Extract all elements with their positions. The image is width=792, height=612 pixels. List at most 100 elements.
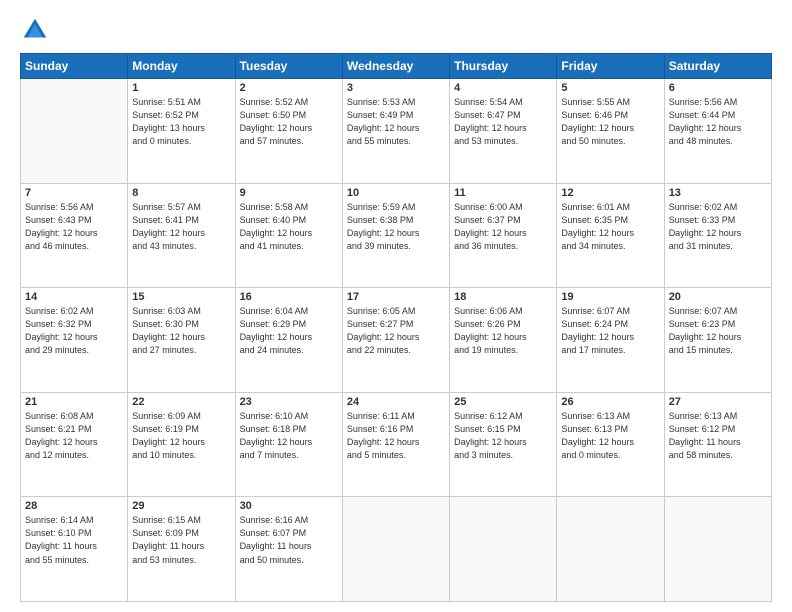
day-number: 10 (347, 187, 445, 199)
logo-icon (20, 15, 50, 45)
day-number: 12 (561, 187, 659, 199)
day-info: Sunrise: 6:08 AM Sunset: 6:21 PM Dayligh… (25, 410, 123, 462)
calendar-cell: 24 Sunrise: 6:11 AM Sunset: 6:16 PM Dayli… (342, 392, 449, 497)
day-number: 11 (454, 187, 552, 199)
day-number: 26 (561, 396, 659, 408)
calendar-cell: 15 Sunrise: 6:03 AM Sunset: 6:30 PM Dayli… (128, 288, 235, 393)
day-number: 16 (240, 291, 338, 303)
day-number: 28 (25, 500, 123, 512)
calendar-cell: 23 Sunrise: 6:10 AM Sunset: 6:18 PM Dayli… (235, 392, 342, 497)
day-number: 7 (25, 187, 123, 199)
day-number: 13 (669, 187, 767, 199)
calendar-cell: 4 Sunrise: 5:54 AM Sunset: 6:47 PM Daylig… (450, 79, 557, 184)
day-info: Sunrise: 6:10 AM Sunset: 6:18 PM Dayligh… (240, 410, 338, 462)
day-number: 20 (669, 291, 767, 303)
day-info: Sunrise: 5:51 AM Sunset: 6:52 PM Dayligh… (132, 96, 230, 148)
calendar-cell: 20 Sunrise: 6:07 AM Sunset: 6:23 PM Dayli… (664, 288, 771, 393)
calendar-cell: 17Sunrise: 6:05 AM Sunset: 6:27 PM Dayli… (342, 288, 449, 393)
day-number: 4 (454, 82, 552, 94)
calendar-cell: 12 Sunrise: 6:01 AM Sunset: 6:35 PM Dayli… (557, 183, 664, 288)
calendar-cell (342, 497, 449, 602)
day-info: Sunrise: 6:00 AM Sunset: 6:37 PM Dayligh… (454, 201, 552, 253)
day-info: Sunrise: 5:56 AM Sunset: 6:43 PM Dayligh… (25, 201, 123, 253)
day-info: Sunrise: 6:02 AM Sunset: 6:32 PM Dayligh… (25, 305, 123, 357)
day-number: 19 (561, 291, 659, 303)
day-info: Sunrise: 5:54 AM Sunset: 6:47 PM Dayligh… (454, 96, 552, 148)
day-info: Sunrise: 6:05 AM Sunset: 6:27 PM Dayligh… (347, 305, 445, 357)
week-row-4: 21Sunrise: 6:08 AM Sunset: 6:21 PM Dayli… (21, 392, 772, 497)
day-info: Sunrise: 6:07 AM Sunset: 6:24 PM Dayligh… (561, 305, 659, 357)
day-number: 14 (25, 291, 123, 303)
day-number: 24 (347, 396, 445, 408)
day-info: Sunrise: 6:15 AM Sunset: 6:09 PM Dayligh… (132, 514, 230, 566)
calendar-cell: 5 Sunrise: 5:55 AM Sunset: 6:46 PM Daylig… (557, 79, 664, 184)
week-row-3: 14 Sunrise: 6:02 AM Sunset: 6:32 PM Dayli… (21, 288, 772, 393)
header (20, 15, 772, 45)
calendar-cell: 16 Sunrise: 6:04 AM Sunset: 6:29 PM Dayli… (235, 288, 342, 393)
day-number: 22 (132, 396, 230, 408)
calendar-cell (557, 497, 664, 602)
calendar-cell: 14 Sunrise: 6:02 AM Sunset: 6:32 PM Dayli… (21, 288, 128, 393)
day-number: 8 (132, 187, 230, 199)
day-info: Sunrise: 5:53 AM Sunset: 6:49 PM Dayligh… (347, 96, 445, 148)
week-row-1: 1Sunrise: 5:51 AM Sunset: 6:52 PM Daylig… (21, 79, 772, 184)
calendar-cell: 25 Sunrise: 6:12 AM Sunset: 6:15 PM Dayli… (450, 392, 557, 497)
day-info: Sunrise: 6:07 AM Sunset: 6:23 PM Dayligh… (669, 305, 767, 357)
day-number: 23 (240, 396, 338, 408)
calendar-cell: 11 Sunrise: 6:00 AM Sunset: 6:37 PM Dayli… (450, 183, 557, 288)
calendar-cell (664, 497, 771, 602)
day-number: 18 (454, 291, 552, 303)
calendar-cell: 6Sunrise: 5:56 AM Sunset: 6:44 PM Daylig… (664, 79, 771, 184)
weekday-header-sunday: Sunday (21, 54, 128, 79)
calendar-cell: 29 Sunrise: 6:15 AM Sunset: 6:09 PM Dayli… (128, 497, 235, 602)
day-info: Sunrise: 6:04 AM Sunset: 6:29 PM Dayligh… (240, 305, 338, 357)
calendar-cell: 3 Sunrise: 5:53 AM Sunset: 6:49 PM Daylig… (342, 79, 449, 184)
weekday-header-saturday: Saturday (664, 54, 771, 79)
calendar-cell: 22Sunrise: 6:09 AM Sunset: 6:19 PM Dayli… (128, 392, 235, 497)
day-number: 9 (240, 187, 338, 199)
calendar-cell: 26 Sunrise: 6:13 AM Sunset: 6:13 PM Dayli… (557, 392, 664, 497)
weekday-header-friday: Friday (557, 54, 664, 79)
logo (20, 15, 54, 45)
calendar-cell (21, 79, 128, 184)
calendar-cell: 1Sunrise: 5:51 AM Sunset: 6:52 PM Daylig… (128, 79, 235, 184)
day-number: 30 (240, 500, 338, 512)
calendar-table: SundayMondayTuesdayWednesdayThursdayFrid… (20, 53, 772, 602)
weekday-header-row: SundayMondayTuesdayWednesdayThursdayFrid… (21, 54, 772, 79)
day-info: Sunrise: 5:59 AM Sunset: 6:38 PM Dayligh… (347, 201, 445, 253)
day-number: 6 (669, 82, 767, 94)
day-info: Sunrise: 5:52 AM Sunset: 6:50 PM Dayligh… (240, 96, 338, 148)
weekday-header-wednesday: Wednesday (342, 54, 449, 79)
day-number: 15 (132, 291, 230, 303)
calendar-cell: 28 Sunrise: 6:14 AM Sunset: 6:10 PM Dayli… (21, 497, 128, 602)
calendar-cell: 7 Sunrise: 5:56 AM Sunset: 6:43 PM Daylig… (21, 183, 128, 288)
day-info: Sunrise: 6:06 AM Sunset: 6:26 PM Dayligh… (454, 305, 552, 357)
day-info: Sunrise: 6:03 AM Sunset: 6:30 PM Dayligh… (132, 305, 230, 357)
calendar-cell: 30 Sunrise: 6:16 AM Sunset: 6:07 PM Dayli… (235, 497, 342, 602)
week-row-2: 7 Sunrise: 5:56 AM Sunset: 6:43 PM Daylig… (21, 183, 772, 288)
day-info: Sunrise: 5:55 AM Sunset: 6:46 PM Dayligh… (561, 96, 659, 148)
calendar-cell: 13 Sunrise: 6:02 AM Sunset: 6:33 PM Dayli… (664, 183, 771, 288)
day-info: Sunrise: 6:12 AM Sunset: 6:15 PM Dayligh… (454, 410, 552, 462)
day-number: 29 (132, 500, 230, 512)
calendar-cell: 21Sunrise: 6:08 AM Sunset: 6:21 PM Dayli… (21, 392, 128, 497)
day-info: Sunrise: 6:13 AM Sunset: 6:13 PM Dayligh… (561, 410, 659, 462)
calendar-cell: 9Sunrise: 5:58 AM Sunset: 6:40 PM Daylig… (235, 183, 342, 288)
day-info: Sunrise: 6:16 AM Sunset: 6:07 PM Dayligh… (240, 514, 338, 566)
calendar-cell: 10 Sunrise: 5:59 AM Sunset: 6:38 PM Dayli… (342, 183, 449, 288)
week-row-5: 28 Sunrise: 6:14 AM Sunset: 6:10 PM Dayli… (21, 497, 772, 602)
day-number: 3 (347, 82, 445, 94)
calendar-cell: 18 Sunrise: 6:06 AM Sunset: 6:26 PM Dayli… (450, 288, 557, 393)
day-number: 27 (669, 396, 767, 408)
day-number: 5 (561, 82, 659, 94)
day-number: 25 (454, 396, 552, 408)
day-info: Sunrise: 6:02 AM Sunset: 6:33 PM Dayligh… (669, 201, 767, 253)
calendar-cell: 8Sunrise: 5:57 AM Sunset: 6:41 PM Daylig… (128, 183, 235, 288)
calendar-cell (450, 497, 557, 602)
day-info: Sunrise: 6:01 AM Sunset: 6:35 PM Dayligh… (561, 201, 659, 253)
calendar-cell: 2Sunrise: 5:52 AM Sunset: 6:50 PM Daylig… (235, 79, 342, 184)
day-info: Sunrise: 6:11 AM Sunset: 6:16 PM Dayligh… (347, 410, 445, 462)
day-info: Sunrise: 6:13 AM Sunset: 6:12 PM Dayligh… (669, 410, 767, 462)
day-info: Sunrise: 6:14 AM Sunset: 6:10 PM Dayligh… (25, 514, 123, 566)
weekday-header-thursday: Thursday (450, 54, 557, 79)
